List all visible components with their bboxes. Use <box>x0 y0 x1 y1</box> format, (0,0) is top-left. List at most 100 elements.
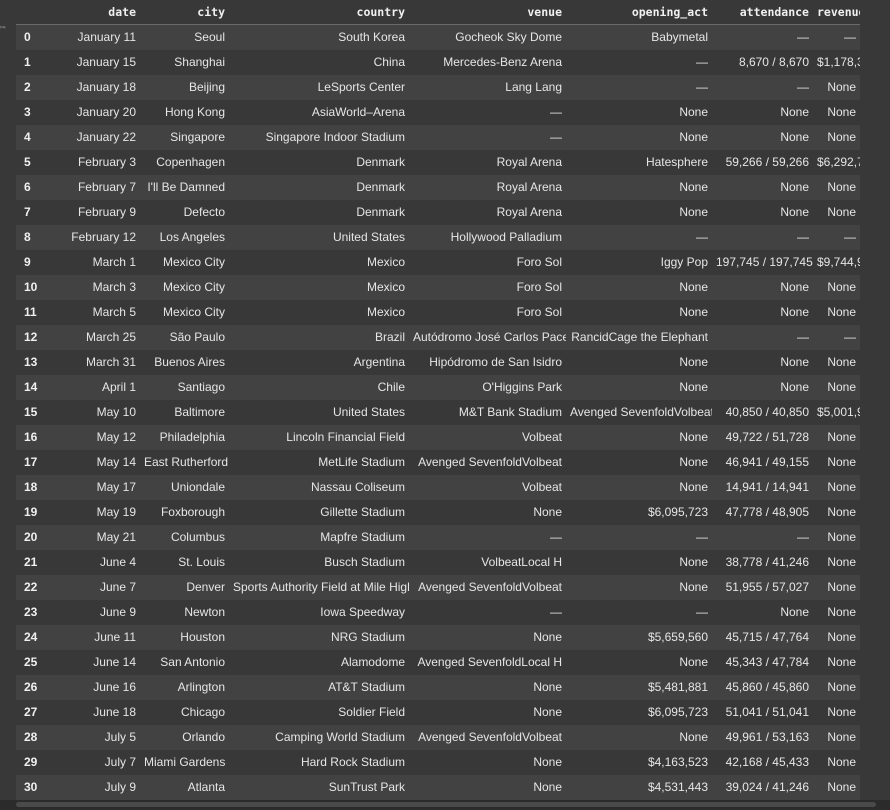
cell-revenue: None <box>827 455 856 469</box>
header-row: date city country venue opening_act attendanc… <box>16 0 860 25</box>
cell-attendance: 8,670 / 8,670 <box>738 55 809 69</box>
cell-city: Newton <box>184 605 225 619</box>
table-row: 1 January 15 Shanghai China Mercedes-Benz Ar… <box>16 50 860 75</box>
cell-country: United States <box>332 405 405 419</box>
scrollbar-thumb[interactable] <box>16 802 876 807</box>
row-index: 25 <box>24 655 38 669</box>
table-row: 22 June 7 Denver Sports Authority Field at … <box>16 575 860 600</box>
cell-opening-act: Avenged SevenfoldVolbeat <box>570 405 712 419</box>
table-row: 21 June 4 St. Louis Busch Stadium VolbeatLoc… <box>16 550 860 575</box>
cell-country: AT&T Stadium <box>328 680 405 694</box>
row-index: 14 <box>24 380 38 394</box>
column-header-date: date <box>52 0 140 25</box>
cell-date: January 11 <box>77 30 136 44</box>
row-index: 0 <box>24 30 31 44</box>
table-row: 23 June 9 Newton Iowa Speedway — — None None <box>16 600 860 625</box>
row-index: 24 <box>24 630 38 644</box>
cell-attendance: None <box>780 180 809 194</box>
cell-opening-act: — <box>696 80 708 94</box>
table-row: 24 June 11 Houston NRG Stadium None $5,659,56… <box>16 625 860 650</box>
cell-attendance: 51,955 / 57,027 <box>725 580 809 594</box>
cell-venue: Hipódromo de San Isidro <box>429 355 562 369</box>
row-index: 22 <box>24 580 38 594</box>
cell-revenue: None <box>827 605 856 619</box>
table-row: 18 May 17 Uniondale Nassau Coliseum Volbeat N… <box>16 475 860 500</box>
cell-attendance: 46,941 / 49,155 <box>725 455 809 469</box>
cell-city: Mexico City <box>162 280 225 294</box>
cell-opening-act: $4,163,523 <box>647 755 708 769</box>
cell-opening-act: $6,095,723 <box>647 505 708 519</box>
cell-opening-act: None <box>679 655 708 669</box>
table-row: 17 May 14 East Rutherford MetLife Stadium Av… <box>16 450 860 475</box>
cell-venue: O'Higgins Park <box>482 380 562 394</box>
cell-venue: M&T Bank Stadium <box>458 405 562 419</box>
cell-date: July 5 <box>104 730 136 744</box>
table-row: 7 February 9 Defecto Denmark Royal Arena None… <box>16 200 860 225</box>
cell-opening-act: None <box>679 205 708 219</box>
cell-city: Singapore <box>170 130 225 144</box>
cell-opening-act: None <box>679 180 708 194</box>
cell-opening-act: None <box>679 730 708 744</box>
cell-country: MetLife Stadium <box>318 455 405 469</box>
cell-opening-act: Hatesphere <box>645 155 708 169</box>
cell-country: Argentina <box>353 355 405 369</box>
table-row: 11 March 5 Mexico City Mexico Foro Sol None No… <box>16 300 860 325</box>
cell-city: Denver <box>186 580 225 594</box>
cell-attendance: None <box>780 280 809 294</box>
cell-revenue: None <box>827 780 856 794</box>
cell-revenue: None <box>827 180 856 194</box>
cell-attendance: 38,778 / 41,246 <box>725 555 809 569</box>
cell-country: Hard Rock Stadium <box>300 755 405 769</box>
cell-revenue: None <box>827 355 856 369</box>
table-row: 8 February 12 Los Angeles United States Holl… <box>16 225 860 250</box>
table-row: 27 June 18 Chicago Soldier Field None $6,095,… <box>16 700 860 725</box>
row-index: 9 <box>24 255 31 269</box>
cell-country: NRG Stadium <box>330 630 405 644</box>
row-index: 28 <box>24 730 38 744</box>
cell-country: Denmark <box>356 180 405 194</box>
table-row: 30 July 9 Atlanta SunTrust Park None $4,531,4… <box>16 775 860 800</box>
cell-venue: Mercedes-Benz Arena <box>443 55 562 69</box>
cell-date: June 11 <box>94 630 136 644</box>
cell-attendance: 49,961 / 53,163 <box>725 730 809 744</box>
cell-venue: Volbeat <box>521 480 562 494</box>
dataframe-table: date city country venue opening_act attendanc… <box>16 0 860 800</box>
cell-country: Iowa Speedway <box>320 605 405 619</box>
cell-country: Denmark <box>356 205 405 219</box>
table-row: 19 May 19 Foxborough Gillette Stadium None $6… <box>16 500 860 525</box>
row-index: 16 <box>24 430 38 444</box>
output-arrows-icon[interactable]: ⇔ <box>0 18 8 34</box>
cell-date: March 3 <box>92 280 136 294</box>
cell-opening-act: None <box>679 130 708 144</box>
cell-attendance: None <box>780 305 809 319</box>
cell-opening-act: RancidCage the Elephant <box>571 330 708 344</box>
cell-date: February 12 <box>71 230 136 244</box>
cell-revenue: $9,744,945 <box>817 255 860 269</box>
cell-country: SunTrust Park <box>328 780 405 794</box>
dataframe-output: date city country venue opening_act attendanc… <box>16 0 860 800</box>
horizontal-scrollbar[interactable] <box>0 800 890 810</box>
table-row: 20 May 21 Columbus Mapfre Stadium — — — None <box>16 525 860 550</box>
cell-venue: — <box>550 605 562 619</box>
cell-date: June 14 <box>93 655 136 669</box>
cell-opening-act: Iggy Pop <box>660 255 708 269</box>
row-index: 10 <box>24 280 38 294</box>
cell-venue: Foro Sol <box>516 305 562 319</box>
cell-date: May 14 <box>96 455 136 469</box>
cell-revenue: None <box>827 530 856 544</box>
cell-attendance: — <box>797 80 809 94</box>
cell-opening-act: None <box>679 580 708 594</box>
table-row: 3 January 20 Hong Kong AsiaWorld–Arena — None… <box>16 100 860 125</box>
cell-venue: Avenged SevenfoldLocal H <box>417 655 562 669</box>
cell-city: East Rutherford <box>144 455 229 469</box>
cell-country: Chile <box>377 380 405 394</box>
cell-country: Denmark <box>356 155 405 169</box>
cell-opening-act: Babymetal <box>651 30 708 44</box>
row-index: 7 <box>24 205 31 219</box>
cell-date: February 7 <box>77 180 136 194</box>
row-index: 20 <box>24 530 38 544</box>
row-index: 12 <box>24 330 38 344</box>
cell-country: AsiaWorld–Arena <box>311 105 405 119</box>
cell-opening-act: None <box>679 430 708 444</box>
cell-city: Foxborough <box>160 505 225 519</box>
